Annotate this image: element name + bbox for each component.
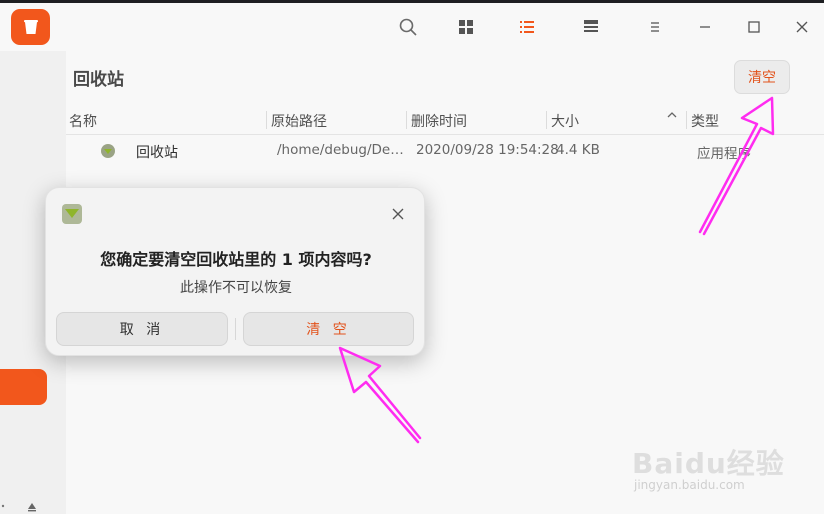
column-header-name[interactable]: 名称 — [69, 111, 97, 131]
sidebar-item-trash[interactable] — [0, 369, 47, 405]
menu-icon[interactable] — [640, 12, 670, 42]
column-divider[interactable] — [546, 111, 547, 129]
column-divider[interactable] — [406, 111, 407, 129]
watermark: Baidu经验 jingyan.baidu.com — [632, 422, 802, 502]
search-icon[interactable] — [393, 12, 423, 42]
column-header-path[interactable]: 原始路径 — [271, 111, 327, 131]
minimize-icon[interactable] — [690, 12, 720, 42]
app-file-icon — [100, 143, 116, 163]
table-header: 名称 原始路径 删除时间 大小 类型 — [66, 105, 824, 135]
grid-view-icon[interactable] — [451, 12, 481, 42]
file-delete-time: 2020/09/28 19:54:28 — [416, 142, 559, 158]
page-title: 回收站 — [73, 70, 124, 90]
column-header-size[interactable]: 大小 — [551, 111, 579, 131]
watermark-url-text: jingyan.baidu.com — [634, 478, 745, 492]
confirm-empty-button[interactable]: 清 空 — [243, 312, 414, 346]
file-original-path: /home/debug/De… — [277, 142, 404, 158]
column-header-type[interactable]: 类型 — [691, 111, 719, 131]
maximize-icon[interactable] — [739, 12, 769, 42]
extend-view-icon[interactable] — [576, 12, 606, 42]
trash-app-icon[interactable] — [11, 9, 50, 45]
button-divider — [235, 318, 236, 340]
sort-ascending-icon[interactable] — [666, 109, 678, 125]
watermark-main-text: Baidu经验 — [632, 447, 785, 480]
column-divider[interactable] — [266, 111, 267, 129]
dialog-message: 此操作不可以恢复 — [180, 280, 292, 296]
empty-trash-dialog: 您确定要清空回收站里的 1 项内容吗? 此操作不可以恢复 取 消 清 空 — [45, 187, 425, 356]
table-row[interactable]: 回收站 /home/debug/De… 2020/09/28 19:54:28 … — [66, 137, 824, 165]
column-header-time[interactable]: 删除时间 — [411, 111, 467, 131]
close-icon[interactable] — [787, 12, 817, 42]
sidebar-device-item[interactable] — [0, 497, 50, 514]
empty-trash-button[interactable]: 清空 — [734, 60, 790, 94]
dialog-close-icon[interactable] — [386, 202, 410, 226]
dialog-title: 您确定要清空回收站里的 1 项内容吗? — [100, 250, 372, 269]
list-view-icon[interactable] — [512, 12, 542, 42]
column-divider[interactable] — [686, 111, 687, 129]
cancel-button[interactable]: 取 消 — [56, 312, 228, 346]
file-type: 应用程序 — [697, 146, 751, 162]
file-name: 回收站 — [136, 145, 178, 161]
dialog-trash-icon — [60, 200, 84, 226]
file-size: 4.4 KB — [556, 142, 600, 158]
title-bar — [0, 3, 824, 51]
